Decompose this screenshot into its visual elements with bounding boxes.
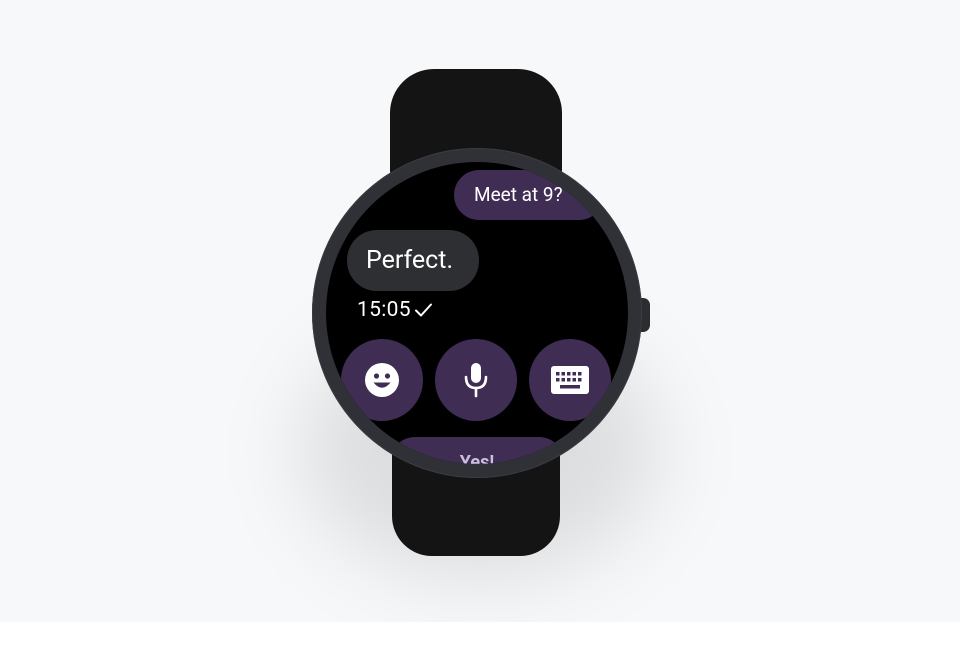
checkmark-icon xyxy=(414,303,432,317)
voice-input-button[interactable] xyxy=(435,339,517,421)
incoming-message-bubble[interactable]: Perfect. xyxy=(347,230,479,291)
keyboard-button[interactable] xyxy=(529,339,611,421)
keyboard-icon xyxy=(550,365,590,395)
emoji-icon xyxy=(364,362,400,398)
message-meta: 15:05 xyxy=(357,295,433,325)
outgoing-message-bubble[interactable]: Meet at 9? xyxy=(454,170,604,220)
suggested-reply-text: Yes! xyxy=(459,452,495,464)
suggested-reply-chip[interactable]: Yes! xyxy=(390,437,564,464)
microphone-icon xyxy=(461,361,491,399)
emoji-button[interactable] xyxy=(341,339,423,421)
watch-screen: Meet at 9? Perfect. 15:05 Yes! xyxy=(326,162,628,464)
incoming-message-text: Perfect. xyxy=(366,246,454,275)
outgoing-message-text: Meet at 9? xyxy=(474,183,563,206)
message-timestamp: 15:05 xyxy=(357,298,411,322)
device-preview: Meet at 9? Perfect. 15:05 Yes! xyxy=(0,0,960,622)
